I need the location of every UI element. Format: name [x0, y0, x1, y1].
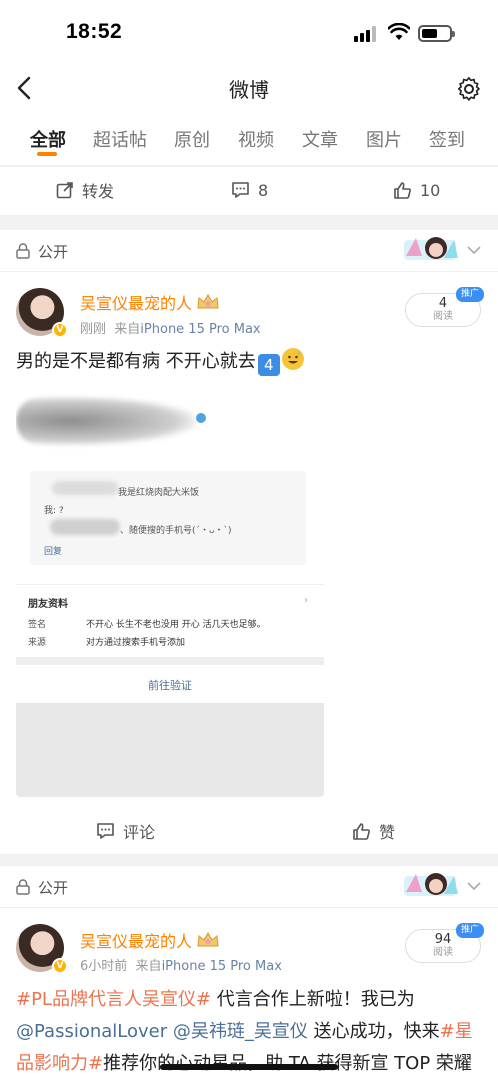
verified-badge: V: [52, 958, 68, 974]
active-tab-indicator: [37, 152, 57, 156]
post-text: 男的是不是都有病 不开心就去 4: [16, 346, 484, 378]
tab-all[interactable]: 全部: [30, 126, 66, 152]
separator-band: [16, 657, 324, 665]
author-name[interactable]: 吴宣仪最宠的人: [80, 928, 220, 952]
msg-line-2: 我: ?: [44, 506, 64, 516]
post-card: 公开 V 吴宣仪最宠的人 6小时前 来自iPhone 15 Pro Max 94…: [0, 866, 498, 1080]
post-actions: 评论 赞: [0, 808, 498, 854]
verified-badge: V: [52, 322, 68, 338]
source-value: 对方通过搜索手机号添加: [86, 638, 186, 648]
blurred-phone: [50, 519, 120, 535]
repost-button[interactable]: 转发: [56, 167, 114, 213]
post-text-part: 代言合作上新啦！我已为: [211, 989, 415, 1010]
promo-badge[interactable]: 推广: [456, 287, 484, 302]
divider: [0, 271, 498, 272]
tab-article[interactable]: 文章: [302, 126, 338, 152]
friend-info-title: 朋友资料: [28, 599, 68, 610]
post-text-content: 男的是不是都有病 不开心就去: [16, 351, 256, 372]
wifi-icon: [388, 23, 410, 40]
tab-checkin[interactable]: 签到: [429, 126, 465, 152]
sign-label: 签名: [28, 620, 47, 630]
page-title: 微博: [229, 78, 269, 102]
home-indicator: [160, 1064, 338, 1070]
image-bottom-area: [16, 703, 324, 797]
chevron-down-icon[interactable]: [466, 880, 482, 892]
post-meta: 刚刚 来自iPhone 15 Pro Max: [80, 318, 261, 337]
card-decoration: [404, 873, 458, 896]
post-image[interactable]: 我是红烧肉配大米饭 我: ? 、随便搜的手机号(´・ᴗ・`) 回复 朋友资料 ›…: [16, 389, 324, 797]
chevron-down-icon[interactable]: [466, 244, 482, 256]
nav-bar: 微博: [0, 64, 498, 112]
tab-original[interactable]: 原创: [174, 126, 210, 152]
status-bar: 18:52: [0, 0, 498, 64]
filter-tabs: 全部 超话帖 原创 视频 文章 图片 签到: [0, 112, 498, 166]
read-label: 阅读: [433, 311, 453, 322]
mention-link[interactable]: @吴祎琏_吴宣仪: [173, 1021, 308, 1042]
verify-button: 前往验证: [148, 679, 192, 692]
battery-icon: [418, 25, 455, 42]
author-name-text: 吴宣仪最宠的人: [80, 932, 193, 951]
person-icon: [196, 413, 206, 423]
repost-label: 转发: [82, 182, 115, 201]
comment-icon: [97, 823, 114, 839]
visibility-label: 公开: [38, 879, 69, 897]
card-decoration: [404, 237, 458, 260]
tab-video[interactable]: 视频: [238, 126, 274, 152]
like-button[interactable]: 赞: [352, 808, 395, 854]
signal-icon: [354, 26, 378, 42]
like-count: 10: [420, 180, 441, 200]
gear-icon[interactable]: [456, 76, 482, 102]
status-time: 18:52: [66, 20, 123, 43]
thumbs-up-icon: [353, 822, 370, 840]
mention-link[interactable]: @PassionalLover: [16, 1021, 167, 1042]
msg-line-3: 、随便搜的手机号(´・ᴗ・`): [120, 526, 232, 536]
sign-value: 不开心 长生不老也没用 开心 活几天也足够。: [86, 620, 266, 630]
post-time: 刚刚: [80, 322, 107, 337]
comment-button[interactable]: 8: [231, 167, 268, 213]
read-label: 阅读: [433, 947, 453, 958]
promo-badge[interactable]: 推广: [456, 923, 484, 938]
visibility-row: 公开: [0, 230, 498, 272]
chevron-right-icon: ›: [304, 595, 308, 606]
tab-supertopic[interactable]: 超话帖: [93, 126, 147, 152]
msg-line-1: 我是红烧肉配大米饭: [118, 488, 200, 498]
blurred-avatar: [16, 397, 196, 445]
post-meta: 6小时前 来自iPhone 15 Pro Max: [80, 955, 282, 974]
post-text-part: 送心成功，快来: [307, 1021, 440, 1042]
visibility-row: 公开: [0, 866, 498, 908]
like-button[interactable]: 10: [393, 167, 440, 213]
author-name-text: 吴宣仪最宠的人: [80, 294, 193, 313]
avatar[interactable]: V: [16, 924, 68, 974]
repost-icon: [56, 182, 73, 199]
source-prefix: 来自: [114, 322, 141, 337]
lock-icon: [16, 243, 30, 259]
hashtag-link[interactable]: #PL品牌代言人吴宣仪#: [16, 989, 211, 1010]
thumbs-up-icon: [394, 181, 411, 199]
comment-button[interactable]: 评论: [96, 808, 155, 854]
prev-post-actions: 转发 8 10: [0, 167, 498, 215]
divider: [0, 907, 498, 908]
avatar[interactable]: V: [16, 288, 68, 338]
comment-icon: [232, 182, 249, 198]
author-name[interactable]: 吴宣仪最宠的人: [80, 290, 220, 314]
sweat-smile-emoji: [281, 348, 304, 370]
source-label: 来源: [28, 638, 47, 648]
source-prefix: 来自: [135, 959, 162, 974]
keycap-emoji: 4: [257, 354, 280, 376]
divider: [16, 584, 324, 585]
like-label: 赞: [379, 823, 396, 842]
comment-label: 评论: [123, 823, 156, 842]
lock-icon: [16, 879, 30, 895]
crown-icon: [197, 293, 219, 309]
visibility-label: 公开: [38, 243, 69, 261]
blurred-name: [52, 481, 118, 495]
tab-image[interactable]: 图片: [366, 126, 402, 152]
reply-link: 回复: [44, 547, 63, 557]
message-box: 我是红烧肉配大米饭 我: ? 、随便搜的手机号(´・ᴗ・`) 回复: [30, 471, 306, 565]
post-time: 6小时前: [80, 959, 128, 974]
post-source[interactable]: iPhone 15 Pro Max: [162, 959, 282, 974]
crown-icon: [197, 931, 219, 947]
comment-count: 8: [258, 180, 269, 200]
post-source[interactable]: iPhone 15 Pro Max: [140, 322, 260, 337]
